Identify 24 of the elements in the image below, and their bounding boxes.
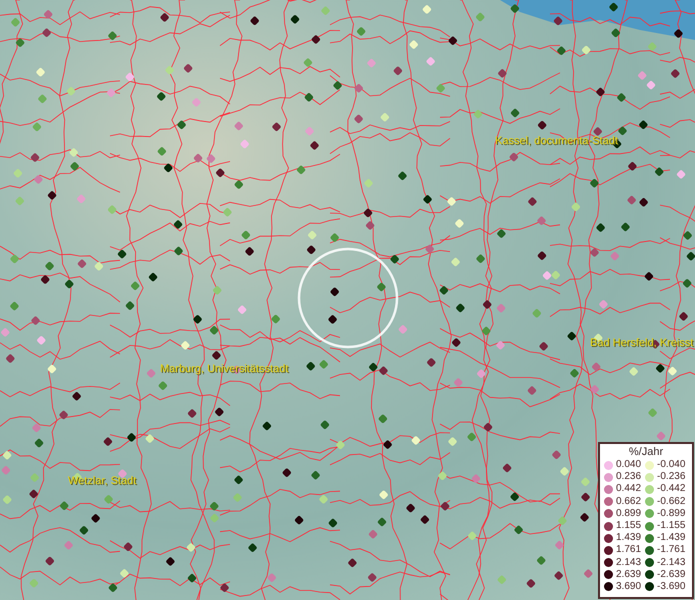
legend-value: 1.761 [616,545,642,556]
legend-value: -0.236 [657,472,686,482]
legend-value: -2.639 [657,570,686,580]
legend-value: -1.439 [657,533,686,544]
legend-value: 3.690 [616,582,642,592]
legend-value: -0.442 [657,484,686,494]
legend-value: 0.899 [616,508,642,519]
legend-value: 0.040 [616,460,642,470]
legend-value: 2.143 [616,558,642,568]
legend-value: -1.761 [657,545,686,556]
legend-value: -0.899 [657,508,686,519]
legend-value: 1.155 [616,521,642,532]
legend-value: 2.639 [616,570,642,580]
legend-value: 0.236 [616,472,642,482]
legend-value: 1.439 [616,533,642,544]
legend-value: -1.155 [657,521,686,532]
place-label: Wetzlar, Stadt [68,476,136,487]
legend-value: -2.143 [657,558,686,568]
legend-value: 0.662 [616,496,642,507]
legend-title: %/Jahr [628,446,664,459]
legend-value: 0.442 [616,484,642,494]
legend-value: -0.040 [657,460,686,470]
legend-value: -3.690 [657,582,686,592]
legend-value: -0.662 [657,496,686,507]
